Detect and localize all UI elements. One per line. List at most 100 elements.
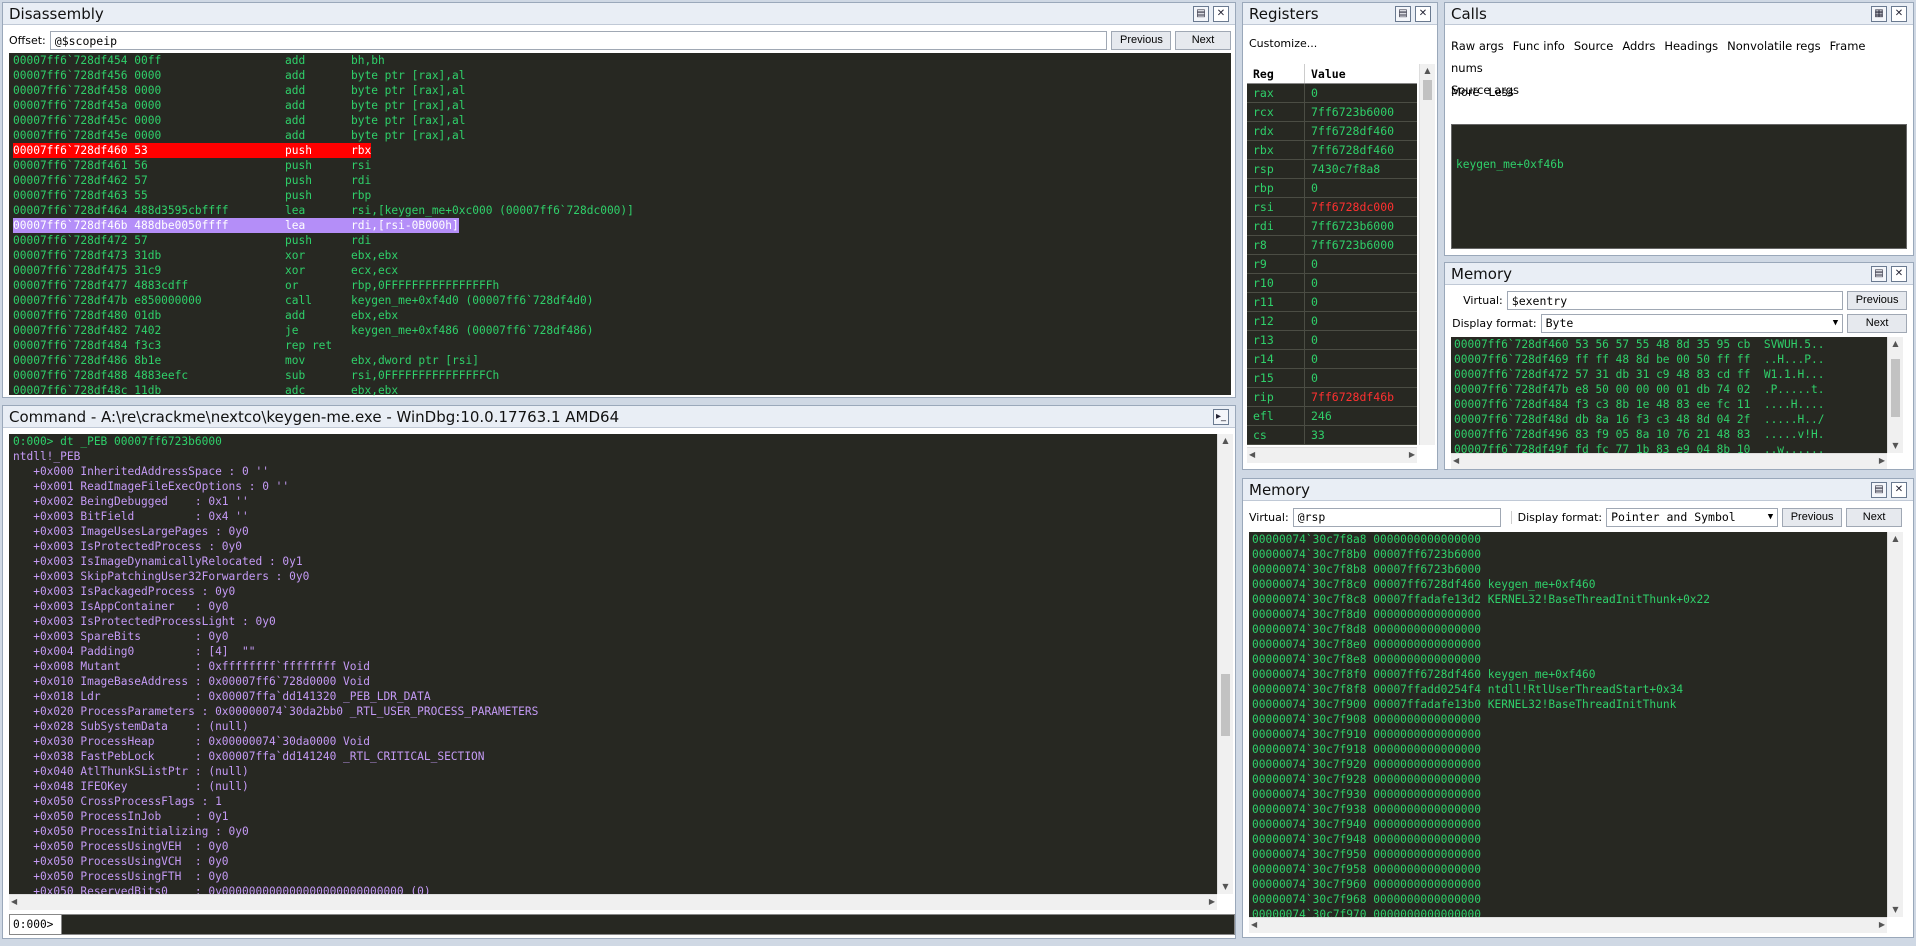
close-icon[interactable]: ✕: [1415, 5, 1431, 22]
source-link[interactable]: Source: [1574, 39, 1614, 53]
next-button[interactable]: Next: [1846, 507, 1903, 527]
register-value[interactable]: 0: [1305, 293, 1318, 311]
memory2-horizontal-scrollbar[interactable]: ◀ ▶: [1249, 917, 1887, 933]
disassembly-line[interactable]: 00007ff6`728df464 488d3595cbffff lea rsi,[…: [13, 203, 1227, 218]
disassembly-line[interactable]: 00007ff6`728df45c 0000 add byte ptr [rax],…: [13, 113, 1227, 128]
memory-line[interactable]: 00000074`30c7f918 0000000000000000: [1252, 742, 1884, 757]
disassembly-line[interactable]: 00007ff6`728df463 55 push rbp: [13, 188, 1227, 203]
customize-link[interactable]: Customize...: [1249, 37, 1317, 50]
disassembly-line[interactable]: 00007ff6`728df454 00ff add bh,bh: [13, 53, 1227, 68]
register-value[interactable]: 7430c7f8a8: [1305, 160, 1380, 178]
headings-link[interactable]: Headings: [1664, 39, 1718, 53]
scroll-left-icon[interactable]: ◀: [1249, 448, 1255, 462]
register-row[interactable]: r13 0: [1247, 331, 1417, 350]
addrs-link[interactable]: Addrs: [1622, 39, 1655, 53]
close-icon[interactable]: ✕: [1213, 5, 1229, 22]
command-input[interactable]: [62, 915, 1234, 934]
raw-args-link[interactable]: Raw args: [1451, 39, 1504, 53]
command-output[interactable]: 0:000> dt _PEB 00007ff6723b6000 ntdll!_PE…: [9, 434, 1217, 898]
virtual-address-input[interactable]: [1292, 507, 1501, 527]
disassembly-line[interactable]: 00007ff6`728df486 8b1e mov ebx,dword ptr […: [13, 353, 1227, 368]
memory1-vertical-scrollbar[interactable]: ▲ ▼: [1887, 337, 1903, 453]
register-value[interactable]: 0: [1305, 179, 1318, 197]
disassembly-line[interactable]: 00007ff6`728df477 4883cdff or rbp,0FFFFFFF…: [13, 278, 1227, 293]
disassembly-line[interactable]: 00007ff6`728df48c 11db adc ebx,ebx: [13, 383, 1227, 397]
register-row[interactable]: rax 0: [1247, 84, 1417, 103]
register-value[interactable]: 0: [1305, 350, 1318, 368]
disassembly-line[interactable]: 00007ff6`728df488 4883eefc sub rsi,0FFFFFF…: [13, 368, 1227, 383]
memory-line[interactable]: 00000074`30c7f8a8 0000000000000000: [1252, 532, 1884, 547]
virtual-address-input[interactable]: [1506, 291, 1844, 310]
register-row[interactable]: rdx 7ff6728df460: [1247, 122, 1417, 141]
disassembly-line[interactable]: 00007ff6`728df473 31db xor ebx,ebx: [13, 248, 1227, 263]
memory2-vertical-scrollbar[interactable]: ▲ ▼: [1887, 532, 1903, 917]
memory-line[interactable]: 00000074`30c7f938 0000000000000000: [1252, 802, 1884, 817]
window-options-icon[interactable]: ▦: [1871, 5, 1887, 22]
register-value[interactable]: 0: [1305, 84, 1318, 102]
scroll-left-icon[interactable]: ◀: [11, 895, 17, 909]
display-format-select[interactable]: Pointer and Symbol ▼: [1606, 507, 1779, 527]
memory2-dump[interactable]: 00000074`30c7f8a8 0000000000000000 000000…: [1249, 532, 1887, 921]
registers-vertical-scrollbar[interactable]: ▲: [1419, 64, 1435, 445]
scroll-right-icon[interactable]: ▶: [1409, 448, 1415, 462]
next-button[interactable]: Next: [1175, 31, 1231, 50]
memory1-dump[interactable]: 00007ff6`728df460 53 56 57 55 48 8d 35 9…: [1451, 337, 1887, 456]
nonvolatile-regs-link[interactable]: Nonvolatile regs: [1727, 39, 1820, 53]
register-value[interactable]: 0: [1305, 331, 1318, 349]
memory-line[interactable]: 00000074`30c7f910 0000000000000000: [1252, 727, 1884, 742]
memory-line[interactable]: 00000074`30c7f8c8 00007ffadafe13d2 KERNE…: [1252, 592, 1884, 607]
memory-line[interactable]: 00000074`30c7f948 0000000000000000: [1252, 832, 1884, 847]
previous-button[interactable]: Previous: [1847, 291, 1907, 310]
disassembly-listing[interactable]: 00007ff6`728df454 00ff add bh,bh 00007ff6`7…: [9, 53, 1231, 397]
window-options-icon[interactable]: ▤: [1395, 5, 1411, 22]
register-row[interactable]: r12 0: [1247, 312, 1417, 331]
register-value[interactable]: 0: [1305, 369, 1318, 387]
memory-line[interactable]: 00000074`30c7f968 0000000000000000: [1252, 892, 1884, 907]
register-value[interactable]: 7ff6723b6000: [1305, 236, 1394, 254]
register-row[interactable]: rsi 7ff6728dc000: [1247, 198, 1417, 217]
memory-line[interactable]: 00000074`30c7f928 0000000000000000: [1252, 772, 1884, 787]
scroll-right-icon[interactable]: ▶: [1209, 895, 1215, 909]
scroll-up-icon[interactable]: ▲: [1420, 64, 1435, 78]
disassembly-line[interactable]: 00007ff6`728df460 53 push rbx: [13, 143, 1227, 158]
scroll-down-icon[interactable]: ▼: [1218, 880, 1233, 894]
close-icon[interactable]: ✕: [1891, 5, 1907, 22]
more-link[interactable]: More: [1451, 85, 1480, 99]
scroll-down-icon[interactable]: ▼: [1888, 439, 1903, 453]
register-row[interactable]: r14 0: [1247, 350, 1417, 369]
scrollbar-thumb[interactable]: [1423, 80, 1432, 100]
memory-line[interactable]: 00007ff6`728df48d db 8a 16 f3 c3 48 8d 0…: [1454, 412, 1884, 427]
memory-line[interactable]: 00000074`30c7f8b8 00007ff6723b6000: [1252, 562, 1884, 577]
memory-line[interactable]: 00000074`30c7f8c0 00007ff6728df460 keyge…: [1252, 577, 1884, 592]
register-row[interactable]: efl 246: [1247, 407, 1417, 426]
register-value[interactable]: 7ff6723b6000: [1305, 217, 1394, 235]
disassembly-line[interactable]: 00007ff6`728df456 0000 add byte ptr [rax],…: [13, 68, 1227, 83]
disassembly-line[interactable]: 00007ff6`728df482 7402 je keygen_me+0xf486…: [13, 323, 1227, 338]
registers-horizontal-scrollbar[interactable]: ◀ ▶: [1247, 447, 1417, 463]
memory-line[interactable]: 00000074`30c7f958 0000000000000000: [1252, 862, 1884, 877]
scroll-left-icon[interactable]: ◀: [1251, 918, 1257, 932]
scroll-up-icon[interactable]: ▲: [1218, 434, 1233, 448]
disassembly-line[interactable]: 00007ff6`728df45a 0000 add byte ptr [rax],…: [13, 98, 1227, 113]
memory-line[interactable]: 00007ff6`728df460 53 56 57 55 48 8d 35 9…: [1454, 337, 1884, 352]
register-row[interactable]: rbx 7ff6728df460: [1247, 141, 1417, 160]
memory-line[interactable]: 00000074`30c7f920 0000000000000000: [1252, 757, 1884, 772]
registers-table[interactable]: Reg Value rax 0 rcx 7ff6723b6000 rdx 7ff6728df…: [1247, 64, 1417, 445]
memory-line[interactable]: 00007ff6`728df469 ff ff 48 8d be 00 50 f…: [1454, 352, 1884, 367]
memory-line[interactable]: 00000074`30c7f930 0000000000000000: [1252, 787, 1884, 802]
memory-line[interactable]: 00000074`30c7f940 0000000000000000: [1252, 817, 1884, 832]
memory-line[interactable]: 00000074`30c7f8d8 0000000000000000: [1252, 622, 1884, 637]
register-value[interactable]: 0: [1305, 312, 1318, 330]
previous-button[interactable]: Previous: [1782, 507, 1843, 527]
disassembly-line[interactable]: 00007ff6`728df47b e850000000 call keygen_m…: [13, 293, 1227, 308]
register-row[interactable]: rip 7ff6728df46b: [1247, 388, 1417, 407]
close-icon[interactable]: ✕: [1891, 265, 1907, 282]
register-value[interactable]: 7ff6728df460: [1305, 141, 1394, 159]
scrollbar-thumb[interactable]: [1221, 674, 1230, 736]
register-row[interactable]: r9 0: [1247, 255, 1417, 274]
register-row[interactable]: r11 0: [1247, 293, 1417, 312]
scroll-down-icon[interactable]: ▼: [1888, 903, 1903, 917]
command-horizontal-scrollbar[interactable]: ◀ ▶: [9, 894, 1217, 910]
register-row[interactable]: r8 7ff6723b6000: [1247, 236, 1417, 255]
register-row[interactable]: r15 0: [1247, 369, 1417, 388]
